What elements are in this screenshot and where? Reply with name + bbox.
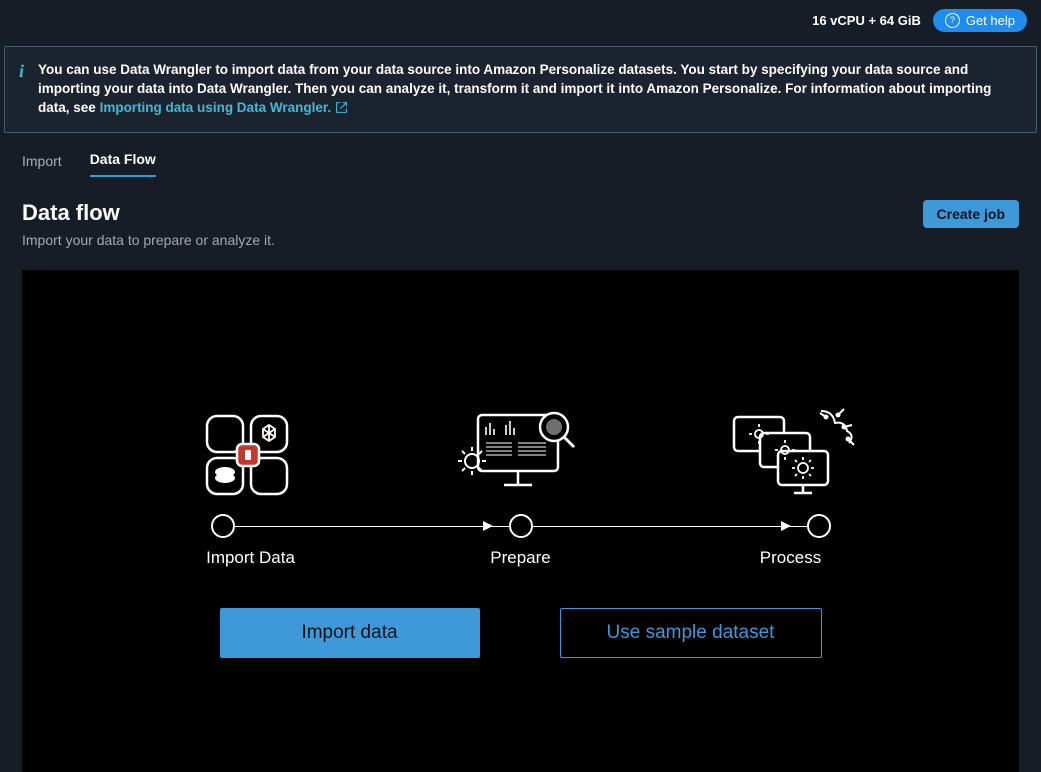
help-icon: ?	[945, 13, 960, 28]
flow-node-3	[807, 514, 831, 538]
use-sample-dataset-button[interactable]: Use sample dataset	[560, 608, 822, 658]
top-bar: 16 vCPU + 64 GiB ? Get help	[0, 0, 1041, 40]
flow-canvas: Import Data Prepare Process Import data …	[22, 270, 1019, 772]
tab-import[interactable]: Import	[22, 153, 62, 177]
page-header: Data flow Import your data to prepare or…	[0, 178, 1041, 248]
import-data-illustration	[181, 410, 321, 500]
action-buttons: Import data Use sample dataset	[22, 608, 1019, 658]
flow-label-process: Process	[721, 548, 861, 568]
get-help-label: Get help	[966, 13, 1015, 28]
flow-node-2	[509, 514, 533, 538]
info-text: You can use Data Wrangler to import data…	[38, 61, 1018, 118]
tabs: Import Data Flow	[0, 151, 1041, 178]
arrow-icon	[483, 521, 493, 531]
import-data-button[interactable]: Import data	[220, 608, 480, 658]
external-link-icon	[335, 100, 348, 115]
arrow-icon	[781, 521, 791, 531]
flow-area: Import Data Prepare Process	[22, 405, 1019, 568]
prepare-illustration	[451, 405, 591, 500]
info-link-label: Importing data using Data Wrangler.	[100, 100, 332, 115]
info-icon: i	[19, 61, 24, 118]
page-subtitle: Import your data to prepare or analyze i…	[22, 232, 275, 248]
flow-progress-line	[211, 514, 831, 538]
info-banner: i You can use Data Wrangler to import da…	[4, 46, 1037, 133]
resource-summary: 16 vCPU + 64 GiB	[812, 13, 921, 28]
info-link[interactable]: Importing data using Data Wrangler.	[100, 100, 348, 115]
get-help-button[interactable]: ? Get help	[933, 9, 1027, 32]
flow-labels: Import Data Prepare Process	[181, 548, 861, 568]
create-job-button[interactable]: Create job	[923, 200, 1019, 228]
page-title: Data flow	[22, 200, 275, 226]
tab-data-flow[interactable]: Data Flow	[90, 151, 156, 177]
flow-label-prepare: Prepare	[451, 548, 591, 568]
flow-icon-row	[181, 405, 861, 500]
process-illustration	[721, 405, 861, 500]
flow-label-import: Import Data	[181, 548, 321, 568]
flow-node-1	[211, 514, 235, 538]
